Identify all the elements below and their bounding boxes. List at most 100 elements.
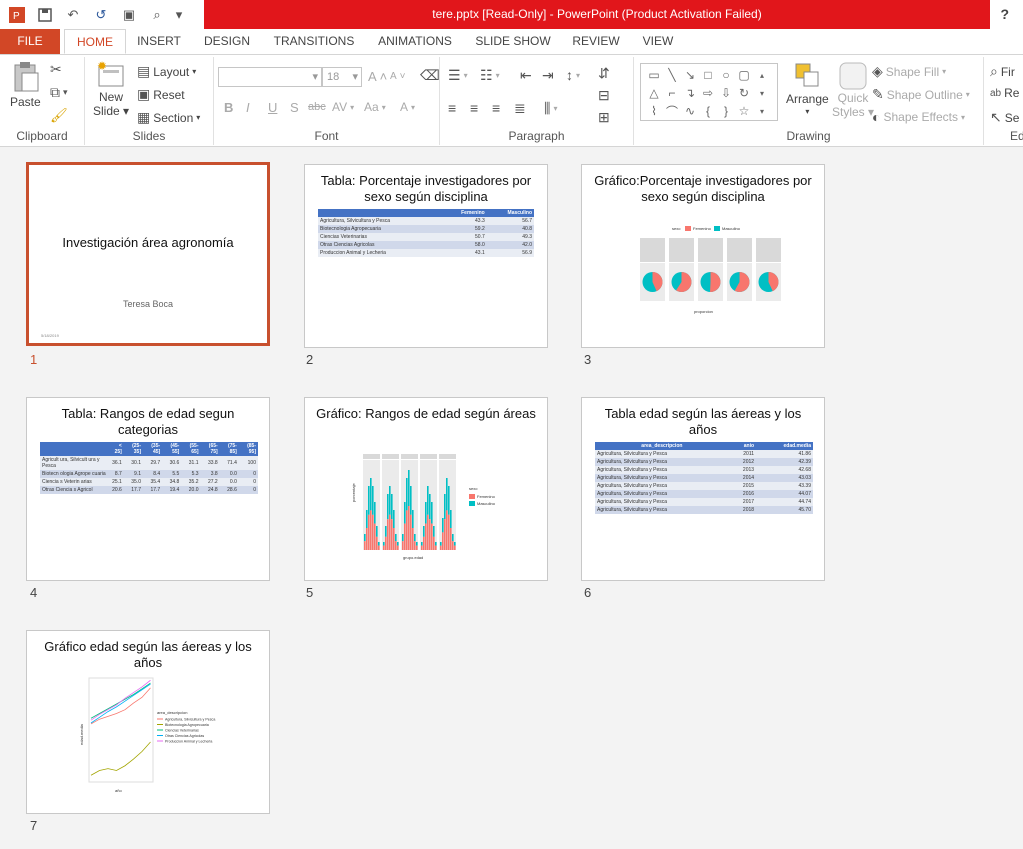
title-bar: P ↶ ↺ ▣ ⌕ ▾ tere.pptx [Read-Only] - Powe… (0, 0, 1023, 29)
rectangle-shape-icon[interactable]: □ (699, 66, 717, 84)
shape-effects-button[interactable]: ◐ Shape Effects ▾ (872, 109, 965, 125)
replace-button[interactable]: ab Re (990, 86, 1019, 100)
facet-strip (363, 454, 380, 459)
shapes-gallery[interactable]: ▭ ╲ ↘ □ ○ ▢ ▴ △ ⌐ ↴ ⇨ ⇩ ↻ ▾ ⌇ ⌒ ∿{} ☆ ▾ (640, 63, 778, 121)
freeform-shape-icon[interactable]: ∿ (681, 102, 699, 120)
shape-outline-button[interactable]: ✎ Shape Outline ▾ (872, 86, 970, 103)
arrange-button[interactable]: Arrange ▾ (786, 61, 829, 116)
italic-button[interactable]: I (246, 100, 250, 115)
layout-button[interactable]: ▤ Layout ▾ (137, 63, 196, 80)
oval-shape-icon[interactable]: ○ (717, 66, 735, 84)
bar-femenino (446, 510, 448, 550)
more-shapes-icon[interactable]: ▾ (753, 102, 771, 120)
paste-button[interactable]: Paste (10, 61, 41, 109)
customize-qat-icon[interactable]: ▾ (174, 5, 184, 25)
clear-formatting-icon[interactable]: ⌫ (420, 67, 440, 84)
format-painter-icon[interactable]: 🖌 (50, 107, 68, 124)
rotate-arrow-shape-icon[interactable]: ↻ (735, 84, 753, 102)
bar-masculino (383, 542, 385, 546)
numbering-icon[interactable]: ☷ ▾ (480, 67, 500, 84)
align-center-icon[interactable]: ≡ (470, 100, 478, 116)
decrease-indent-icon[interactable]: ⇤ (520, 67, 532, 84)
align-text-icon[interactable]: ⊟ (598, 87, 610, 104)
slide-thumbnail-3[interactable]: Gráfico:Porcentaje investigadores por se… (581, 164, 825, 348)
align-right-icon[interactable]: ≡ (492, 100, 500, 116)
tab-view[interactable]: VIEW (636, 29, 680, 54)
powerpoint-app-icon[interactable]: P (6, 5, 28, 25)
slide-thumbnail-1[interactable]: Investigación área agronomía Teresa Boca… (26, 162, 270, 346)
find-button[interactable]: ⌕ Fir (990, 63, 1015, 80)
undo-icon[interactable]: ↶ (62, 5, 84, 25)
paste-icon (14, 62, 39, 92)
line-shape-icon[interactable]: ╲ (663, 66, 681, 84)
font-color-button[interactable]: A ▾ (400, 100, 415, 114)
tab-animations[interactable]: ANIMATIONS (371, 29, 459, 54)
brace-right-shape-icon[interactable]: } (717, 102, 735, 120)
brace-left-shape-icon[interactable]: { (699, 102, 717, 120)
increase-indent-icon[interactable]: ⇥ (542, 67, 554, 84)
slide-thumbnail-4[interactable]: Tabla: Rangos de edad segun categorias <… (26, 397, 270, 581)
save-icon[interactable] (34, 5, 56, 25)
slide-thumbnail-5[interactable]: Gráfico: Rangos de edad según áreas porc… (304, 397, 548, 581)
shadow-button[interactable]: S (290, 100, 299, 115)
curve-shape-icon[interactable]: ⌒ (663, 102, 681, 120)
bar-femenino (448, 514, 450, 550)
shape-fill-button[interactable]: ◈ Shape Fill ▾ (872, 63, 946, 80)
table-row: Agricultura, Silvicultura y Pesca 2017 44.… (595, 498, 813, 506)
bold-button[interactable]: B (224, 100, 233, 115)
bar-femenino (412, 528, 414, 550)
copy-icon[interactable]: ⧉ ▾ (50, 84, 68, 101)
cut-icon[interactable]: ✂ (50, 61, 62, 78)
grow-font-button[interactable]: A ˄ (368, 69, 387, 84)
font-size-combo[interactable]: 18 ▾ (322, 67, 362, 87)
arrow-line-shape-icon[interactable]: ↘ (681, 66, 699, 84)
tab-transitions[interactable]: TRANSITIONS (267, 29, 361, 54)
scroll-down-icon[interactable]: ▾ (753, 84, 771, 102)
table-row: Agricultura, Silvicultura y Pesca 2018 45.… (595, 506, 813, 514)
table-header-cell: Femenino (440, 209, 487, 217)
tab-insert[interactable]: INSERT (132, 29, 186, 54)
text-box-shape-icon[interactable]: ▭ (645, 66, 663, 84)
quick-styles-button[interactable]: Quick Styles ▾ (832, 61, 874, 119)
slide-thumbnail-7[interactable]: Gráfico edad según las áereas y los años… (26, 630, 270, 814)
down-arrow-shape-icon[interactable]: ⇩ (717, 84, 735, 102)
table-row: Agricultura, Silvicultura y Pesca 2011 41.… (595, 450, 813, 458)
print-preview-icon[interactable]: ⌕ (146, 5, 168, 25)
elbow-shape-icon[interactable]: ⌐ (663, 84, 681, 102)
tab-review[interactable]: REVIEW (568, 29, 624, 54)
underline-button[interactable]: U (268, 100, 277, 115)
smartart-icon[interactable]: ⊞ (598, 109, 610, 126)
scroll-up-icon[interactable]: ▴ (753, 66, 771, 84)
new-slide-button[interactable]: ✹ New Slide ▾ (93, 60, 129, 118)
select-button[interactable]: ↖ Se (990, 109, 1019, 126)
section-button[interactable]: ▦ Section ▾ (137, 109, 200, 126)
shrink-font-button[interactable]: A ˅ (390, 71, 406, 82)
align-left-icon[interactable]: ≡ (448, 100, 456, 116)
columns-icon[interactable]: ⫼ ▾ (544, 100, 557, 117)
bullets-icon[interactable]: ☰ ▾ (448, 67, 468, 84)
font-name-combo[interactable]: ▾ (218, 67, 322, 87)
table-row: Biotecn ologia Agrope cuaria 8.7 9.1 8.4 5.5… (40, 470, 258, 478)
line-spacing-icon[interactable]: ↕ ▾ (566, 67, 580, 83)
slide-thumbnail-2[interactable]: Tabla: Porcentaje investigadores por sex… (304, 164, 548, 348)
right-arrow-shape-icon[interactable]: ⇨ (699, 84, 717, 102)
start-from-beginning-icon[interactable]: ▣ (118, 5, 140, 25)
tab-slide-show[interactable]: SLIDE SHOW (470, 29, 556, 54)
slide-thumbnail-6[interactable]: Tabla edad según las áereas y los años a… (581, 397, 825, 581)
reset-button[interactable]: ▣ Reset (137, 86, 185, 103)
character-spacing-button[interactable]: AV ▾ (332, 100, 354, 114)
text-direction-icon[interactable]: ⇵ (598, 65, 610, 82)
rounded-rect-shape-icon[interactable]: ▢ (735, 66, 753, 84)
tab-file[interactable]: FILE (0, 29, 60, 54)
tab-design[interactable]: DESIGN (198, 29, 256, 54)
star-shape-icon[interactable]: ☆ (735, 102, 753, 120)
connector-shape-icon[interactable]: ↴ (681, 84, 699, 102)
triangle-shape-icon[interactable]: △ (645, 84, 663, 102)
redo-icon[interactable]: ↺ (90, 5, 112, 25)
callout-shape-icon[interactable]: ⌇ (645, 102, 663, 120)
tab-home[interactable]: HOME (64, 29, 126, 54)
strikethrough-button[interactable]: abc (308, 101, 326, 113)
justify-icon[interactable]: ≣ (514, 100, 526, 117)
help-button[interactable]: ? (1000, 6, 1009, 22)
change-case-button[interactable]: Aa ▾ (364, 100, 386, 114)
